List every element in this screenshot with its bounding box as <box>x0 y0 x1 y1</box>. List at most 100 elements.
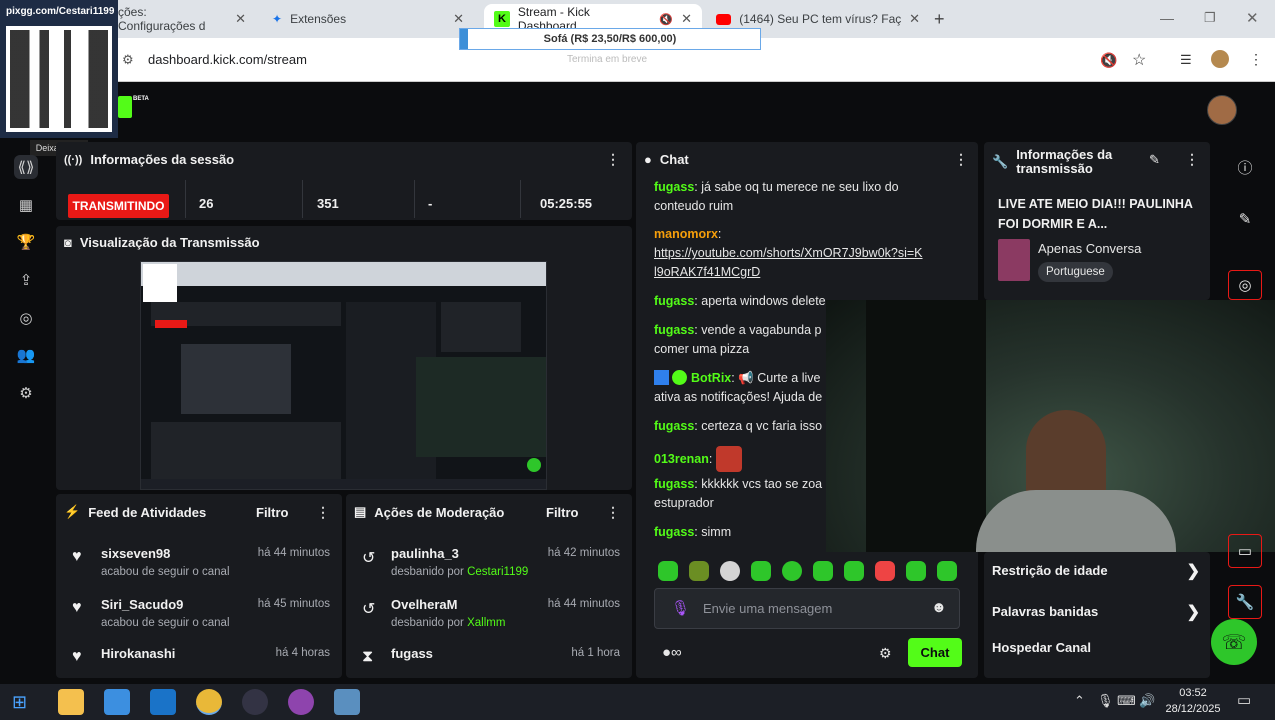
close-icon[interactable]: ✕ <box>681 11 692 27</box>
tab-extensions[interactable]: ✦ Extensões ✕ <box>262 4 474 34</box>
upload-icon[interactable]: ⇪ <box>14 268 38 292</box>
emote-button[interactable] <box>658 561 678 581</box>
webcam-shirt <box>976 490 1176 552</box>
url-field[interactable]: dashboard.kick.com/stream <box>148 52 307 67</box>
session-info-title: Informações da sessão <box>90 152 235 167</box>
follower-name[interactable]: Siri_Sacudo9 <box>101 597 183 612</box>
emote-button[interactable] <box>720 561 740 581</box>
chat-title: Chat <box>659 152 689 167</box>
notifications-icon[interactable]: ▭ <box>1237 691 1251 709</box>
layout-panel-icon[interactable]: ▭ <box>1228 534 1262 568</box>
outlook-icon[interactable] <box>150 689 176 715</box>
muted-icon[interactable]: 🔇 <box>1100 52 1117 69</box>
support-chat-icon[interactable]: ☏ <box>1211 619 1257 665</box>
chat-username[interactable]: fugass <box>654 180 694 194</box>
chat-username[interactable]: fugass <box>654 525 694 539</box>
setting-age-restriction[interactable]: Restrição de idade ❯ <box>992 563 1202 580</box>
maximize-button[interactable]: ❐ <box>1204 10 1216 26</box>
follower-name[interactable]: Hirokanashi <box>101 646 175 661</box>
points-icon[interactable]: ●∞ <box>662 644 682 661</box>
setting-banned-words[interactable]: Palavras banidas ❯ <box>992 604 1202 621</box>
close-icon[interactable]: ✕ <box>235 11 246 27</box>
send-chat-button[interactable]: Chat <box>908 638 962 667</box>
emote-button[interactable] <box>689 561 709 581</box>
obs-icon[interactable] <box>334 689 360 715</box>
clock-date[interactable]: 28/12/2025 <box>1165 703 1221 715</box>
chat-username[interactable]: 013renan <box>654 452 709 466</box>
kick-logo[interactable] <box>118 96 132 118</box>
chat-link[interactable]: https://youtube.com/shorts/XmOR7J9bw0k?s… <box>654 246 923 279</box>
mute-tab-icon[interactable]: 🔇 <box>659 13 673 26</box>
file-explorer-icon[interactable] <box>58 689 84 715</box>
tray-network-icon[interactable]: ⌨ <box>1117 693 1136 709</box>
app-icon[interactable] <box>242 689 268 715</box>
info-icon[interactable]: ⓘ <box>1228 150 1262 184</box>
windows-start-icon[interactable]: ⊞ <box>12 692 27 713</box>
moderated-user[interactable]: paulinha_3 <box>391 546 459 561</box>
chat-username[interactable]: manomorx <box>654 227 718 241</box>
follower-name[interactable]: sixseven98 <box>101 546 170 561</box>
emote-button[interactable] <box>751 561 771 581</box>
bookmark-star-icon[interactable]: ☆ <box>1132 50 1146 70</box>
moderator-name[interactable]: Xallmm <box>467 617 505 629</box>
tray-microphone-icon[interactable]: 🎙 <box>1097 693 1114 709</box>
stream-info-menu-icon[interactable]: ⋮ <box>1185 151 1199 168</box>
chrome-icon[interactable] <box>196 689 222 715</box>
clip-panel-icon[interactable]: ◎ <box>1228 270 1262 300</box>
site-settings-icon[interactable]: ⚙ <box>122 52 134 68</box>
moderation-menu-icon[interactable]: ⋮ <box>606 504 620 521</box>
donation-goal-banner: Sofá (R$ 23,50/R$ 600,00) <box>459 28 761 50</box>
moderator-name[interactable]: Cestari1199 <box>467 566 528 578</box>
chat-username[interactable]: fugass <box>654 419 694 433</box>
community-icon[interactable]: 👥 <box>14 343 38 367</box>
tray-volume-icon[interactable]: 🔊 <box>1139 693 1155 709</box>
feed-filter-button[interactable]: Filtro <box>256 505 289 520</box>
close-window-button[interactable]: ✕ <box>1246 9 1259 27</box>
emote-button[interactable] <box>906 561 926 581</box>
category-name[interactable]: Apenas Conversa <box>1038 241 1141 256</box>
close-icon[interactable]: ✕ <box>909 11 920 27</box>
emote-button[interactable] <box>813 561 833 581</box>
feed-menu-icon[interactable]: ⋮ <box>316 504 330 521</box>
clip-icon[interactable]: ◎ <box>14 306 38 330</box>
browser-menu-icon[interactable]: ⋮ <box>1249 51 1263 68</box>
edit-panel-icon[interactable]: ✎ <box>1228 202 1262 236</box>
emote-button[interactable] <box>937 561 957 581</box>
moderated-user[interactable]: OvelheraM <box>391 597 457 612</box>
user-avatar[interactable] <box>1207 95 1237 125</box>
moderated-user[interactable]: fugass <box>391 646 433 661</box>
store-icon[interactable] <box>104 689 130 715</box>
chat-username[interactable]: fugass <box>654 477 694 491</box>
setting-host-channel[interactable]: Hospedar Canal <box>992 640 1202 655</box>
tools-panel-icon[interactable]: 🔧 <box>1228 585 1262 619</box>
chat-username[interactable]: fugass <box>654 323 694 337</box>
chat-username[interactable]: fugass <box>654 294 694 308</box>
edit-icon[interactable]: ✎ <box>1149 152 1160 168</box>
tab-settings[interactable]: ções: Configurações d ✕ <box>108 4 256 34</box>
stream-preview-video[interactable] <box>140 261 547 490</box>
emoji-icon[interactable]: ☻ <box>931 599 947 616</box>
discord-icon[interactable] <box>288 689 314 715</box>
emote-button[interactable] <box>875 561 895 581</box>
emote-button[interactable] <box>782 561 802 581</box>
heart-icon: ♥ <box>72 599 82 616</box>
emote-button[interactable] <box>844 561 864 581</box>
clock-time[interactable]: 03:52 <box>1165 687 1221 699</box>
session-menu-icon[interactable]: ⋮ <box>606 151 620 168</box>
chat-menu-icon[interactable]: ⋮ <box>954 151 968 168</box>
chat-input[interactable]: 🎙 Envie uma mensagem ☻ <box>654 588 960 629</box>
chat-settings-icon[interactable]: ⚙ <box>879 645 892 662</box>
media-control-icon[interactable]: ☰ <box>1180 52 1192 68</box>
moderation-filter-button[interactable]: Filtro <box>546 505 579 520</box>
microphone-icon[interactable]: 🎙 <box>671 599 690 617</box>
chat-username[interactable]: BotRix <box>691 371 731 385</box>
settings-icon[interactable]: ⚙ <box>14 381 38 405</box>
profile-avatar[interactable] <box>1211 50 1229 68</box>
trophy-icon[interactable]: 🏆 <box>14 230 38 254</box>
analytics-icon[interactable]: ▦ <box>14 193 38 217</box>
tray-chevron-icon[interactable]: ⌃ <box>1074 693 1085 709</box>
new-tab-button[interactable]: + <box>934 9 945 30</box>
minimize-button[interactable]: — <box>1160 10 1174 26</box>
close-icon[interactable]: ✕ <box>453 11 464 27</box>
stream-icon[interactable]: ⟪⟫ <box>14 155 38 179</box>
